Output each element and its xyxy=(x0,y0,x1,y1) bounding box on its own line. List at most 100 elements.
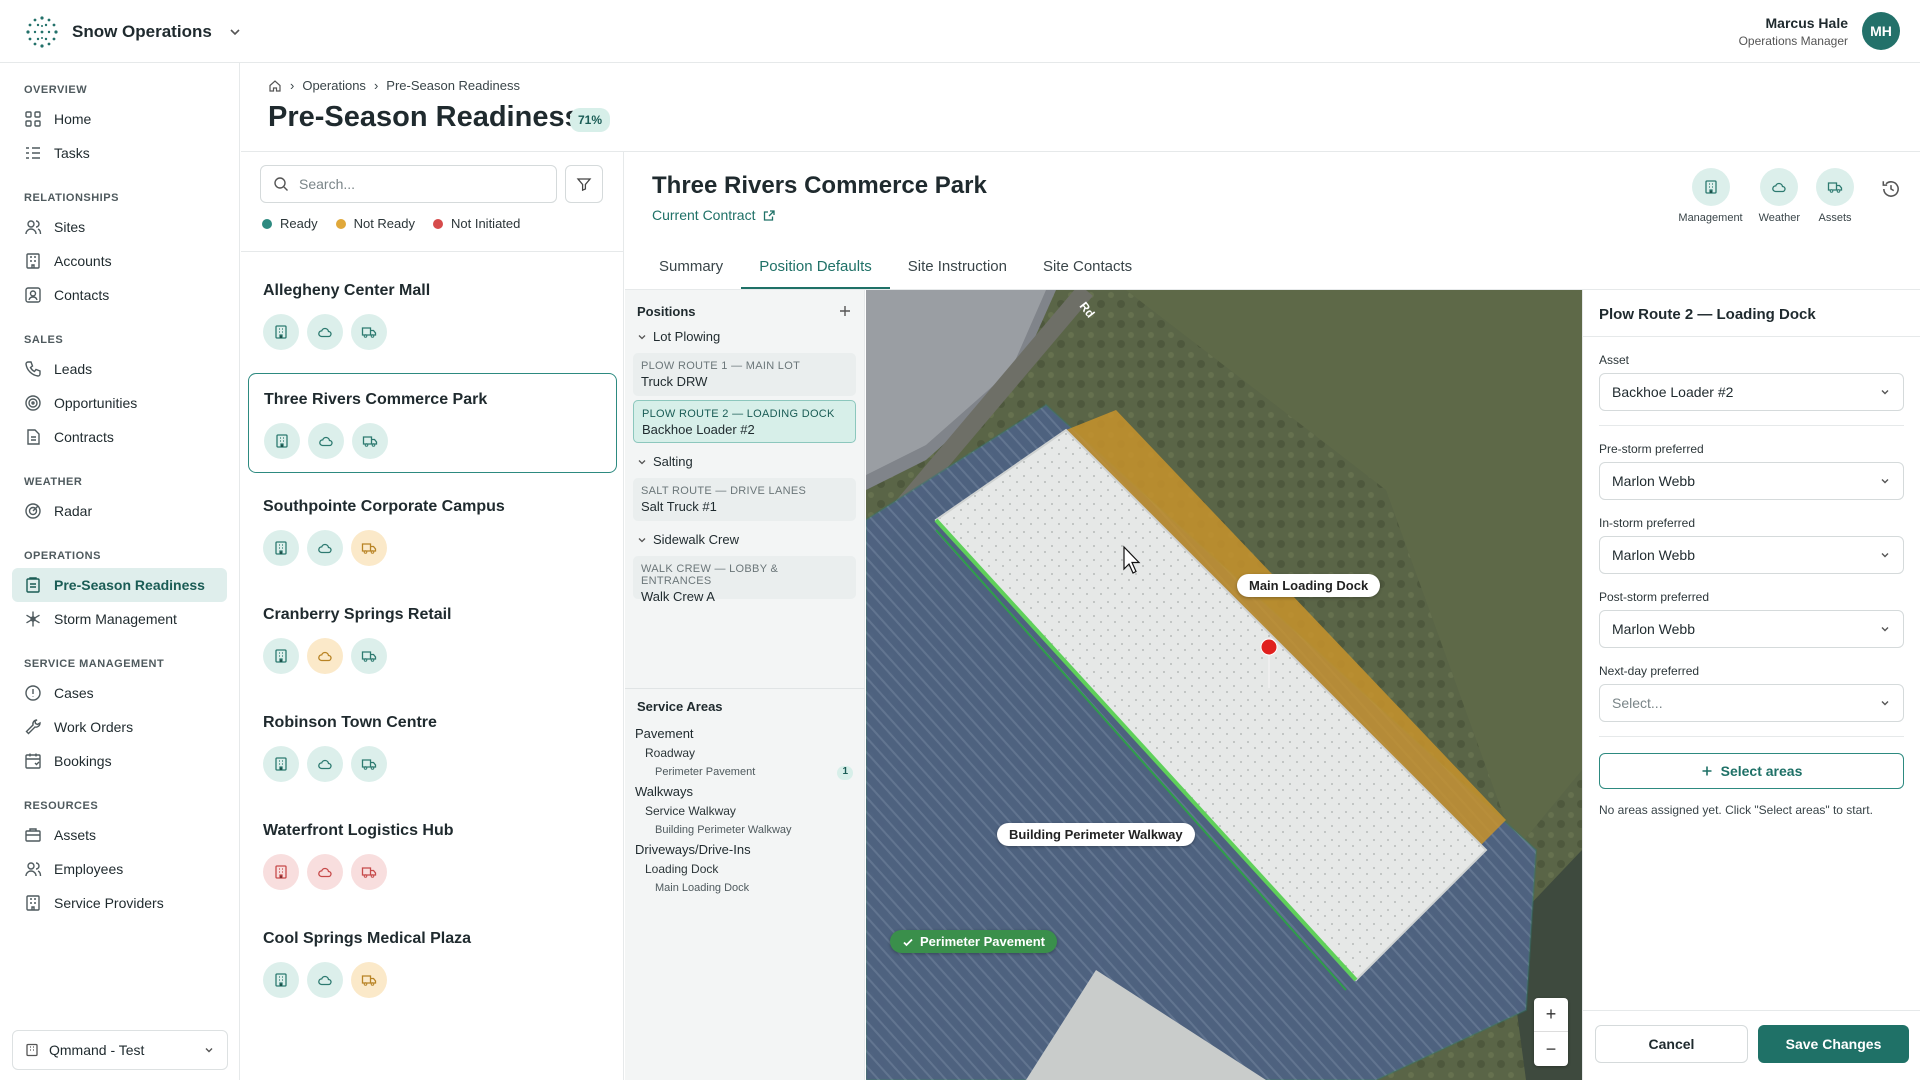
position-item[interactable]: WALK CREW — LOBBY & ENTRANCES Walk Crew A xyxy=(633,556,856,604)
service-area-item[interactable]: Perimeter Pavement 1 xyxy=(625,764,865,782)
page-title: Pre-Season Readiness xyxy=(268,101,581,133)
sidebar-item-home[interactable]: Home xyxy=(12,102,227,136)
sidebar-item-accounts[interactable]: Accounts xyxy=(12,244,227,278)
filter-button[interactable] xyxy=(565,165,603,203)
building-status-badge[interactable] xyxy=(263,530,299,566)
building-icon xyxy=(275,757,287,771)
chevron-down-icon xyxy=(230,29,240,36)
sidebar-item-contacts[interactable]: Contacts xyxy=(12,278,227,312)
next-day-select[interactable]: Select... xyxy=(1599,684,1904,722)
breadcrumb-operations[interactable]: Operations xyxy=(302,78,366,93)
building-status-badge[interactable] xyxy=(264,423,300,459)
sidebar-item-assets[interactable]: Assets xyxy=(12,818,227,852)
site-card[interactable]: Waterfront Logistics Hub xyxy=(248,805,617,905)
save-changes-button[interactable]: Save Changes xyxy=(1758,1025,1909,1063)
zoom-in-button[interactable]: + xyxy=(1534,998,1568,1032)
building-status-badge[interactable] xyxy=(263,854,299,890)
alert-icon xyxy=(25,685,41,701)
site-card[interactable]: Cranberry Springs Retail xyxy=(248,589,617,689)
site-card[interactable]: Southpointe Corporate Campus xyxy=(248,481,617,581)
user-menu[interactable]: Marcus Hale Operations Manager MH xyxy=(1739,12,1900,50)
sidebar-item-tasks[interactable]: Tasks xyxy=(12,136,227,170)
app-switcher[interactable]: Snow Operations xyxy=(24,14,242,50)
position-group[interactable]: Salting xyxy=(625,447,864,476)
cloud-status-badge[interactable] xyxy=(307,638,343,674)
sidebar-item-pre-season-readiness[interactable]: Pre-Season Readiness xyxy=(12,568,227,602)
cloud-status-badge[interactable] xyxy=(307,314,343,350)
sidebar-item-bookings[interactable]: Bookings xyxy=(12,744,227,778)
building-status-badge[interactable] xyxy=(263,962,299,998)
building-status-badge[interactable] xyxy=(263,746,299,782)
top-bar: Snow Operations Marcus Hale Operations M… xyxy=(0,0,1920,63)
building-icon xyxy=(275,973,287,987)
select-areas-button[interactable]: Select areas xyxy=(1599,753,1904,789)
sidebar-item-contracts[interactable]: Contracts xyxy=(12,420,227,454)
history-icon[interactable] xyxy=(1880,178,1902,200)
current-contract-link[interactable]: Current Contract xyxy=(652,207,776,223)
assets-action[interactable]: Assets xyxy=(1816,168,1854,224)
service-area-item[interactable]: Main Loading Dock xyxy=(625,880,865,898)
post-storm-select[interactable]: Marlon Webb xyxy=(1599,610,1904,648)
sidebar-item-work-orders[interactable]: Work Orders xyxy=(12,710,227,744)
sidebar-item-radar[interactable]: Radar xyxy=(12,494,227,528)
position-group[interactable]: Sidewalk Crew xyxy=(625,525,864,554)
cancel-button[interactable]: Cancel xyxy=(1595,1025,1748,1063)
truck-status-badge[interactable] xyxy=(351,962,387,998)
sidebar-item-service-providers[interactable]: Service Providers xyxy=(12,886,227,920)
position-group[interactable]: Lot Plowing xyxy=(625,322,864,351)
site-card[interactable]: Allegheny Center Mall xyxy=(248,265,617,365)
cloud-status-badge[interactable] xyxy=(307,962,343,998)
cloud-status-badge[interactable] xyxy=(308,423,344,459)
sidebar-item-label: Leads xyxy=(54,361,93,377)
tab-site-instruction[interactable]: Site Instruction xyxy=(890,243,1025,289)
main-loading-dock-label[interactable]: Main Loading Dock xyxy=(1237,574,1381,597)
cloud-status-badge[interactable] xyxy=(307,746,343,782)
building-icon xyxy=(1704,180,1717,194)
cloud-status-badge[interactable] xyxy=(307,854,343,890)
search-input[interactable]: Search... xyxy=(260,165,557,203)
truck-status-badge[interactable] xyxy=(351,314,387,350)
sidebar-item-cases[interactable]: Cases xyxy=(12,676,227,710)
zoom-out-button[interactable]: − xyxy=(1534,1032,1568,1066)
pre-storm-select[interactable]: Marlon Webb xyxy=(1599,462,1904,500)
site-card[interactable]: Three Rivers Commerce Park xyxy=(248,373,617,473)
sidebar-item-leads[interactable]: Leads xyxy=(12,352,227,386)
building-status-badge[interactable] xyxy=(263,314,299,350)
sidebar-item-storm-management[interactable]: Storm Management xyxy=(12,602,227,636)
environment-switcher[interactable]: Qmmand - Test xyxy=(12,1030,228,1070)
weather-action[interactable]: Weather xyxy=(1759,168,1800,224)
cloud-status-badge[interactable] xyxy=(307,530,343,566)
in-storm-select[interactable]: Marlon Webb xyxy=(1599,536,1904,574)
avatar[interactable]: MH xyxy=(1862,12,1900,50)
tab-summary[interactable]: Summary xyxy=(641,243,741,289)
tab-site-contacts[interactable]: Site Contacts xyxy=(1025,243,1150,289)
add-position-icon[interactable] xyxy=(838,304,852,318)
home-icon[interactable] xyxy=(268,79,282,93)
truck-status-badge[interactable] xyxy=(352,423,388,459)
truck-status-badge[interactable] xyxy=(351,638,387,674)
service-area-item[interactable]: Building Perimeter Walkway xyxy=(625,822,865,840)
position-item[interactable]: SALT ROUTE — DRIVE LANES Salt Truck #1 xyxy=(633,478,856,521)
service-area-type: Loading Dock xyxy=(645,862,719,876)
asset-label: Asset xyxy=(1599,353,1630,367)
building-perimeter-walkway-label[interactable]: Building Perimeter Walkway xyxy=(997,823,1195,846)
building-status-badge[interactable] xyxy=(263,638,299,674)
service-areas-title: Service Areas xyxy=(637,699,723,714)
sidebar-item-opportunities[interactable]: Opportunities xyxy=(12,386,227,420)
perimeter-pavement-label[interactable]: Perimeter Pavement xyxy=(890,930,1058,953)
position-item[interactable]: PLOW ROUTE 2 — LOADING DOCK Backhoe Loade… xyxy=(633,400,856,443)
truck-status-badge[interactable] xyxy=(351,854,387,890)
site-card[interactable]: Cool Springs Medical Plaza xyxy=(248,913,617,1013)
site-card[interactable]: Robinson Town Centre xyxy=(248,697,617,797)
site-map[interactable]: Rd Main Loading Dock Building Perimeter … xyxy=(866,290,1582,1080)
sidebar: OVERVIEW Home Tasks RELATIONSHIPS Sites Accou… xyxy=(0,63,240,1080)
position-item[interactable]: PLOW ROUTE 1 — MAIN LOT Truck DRW xyxy=(633,353,856,396)
truck-status-badge[interactable] xyxy=(351,530,387,566)
truck-status-badge[interactable] xyxy=(351,746,387,782)
sidebar-item-employees[interactable]: Employees xyxy=(12,852,227,886)
sidebar-item-sites[interactable]: Sites xyxy=(12,210,227,244)
management-action[interactable]: Management xyxy=(1678,168,1743,224)
asset-select[interactable]: Backhoe Loader #2 xyxy=(1599,373,1904,411)
tab-position-defaults[interactable]: Position Defaults xyxy=(741,243,890,289)
sidebar-item-label: Work Orders xyxy=(54,719,134,735)
